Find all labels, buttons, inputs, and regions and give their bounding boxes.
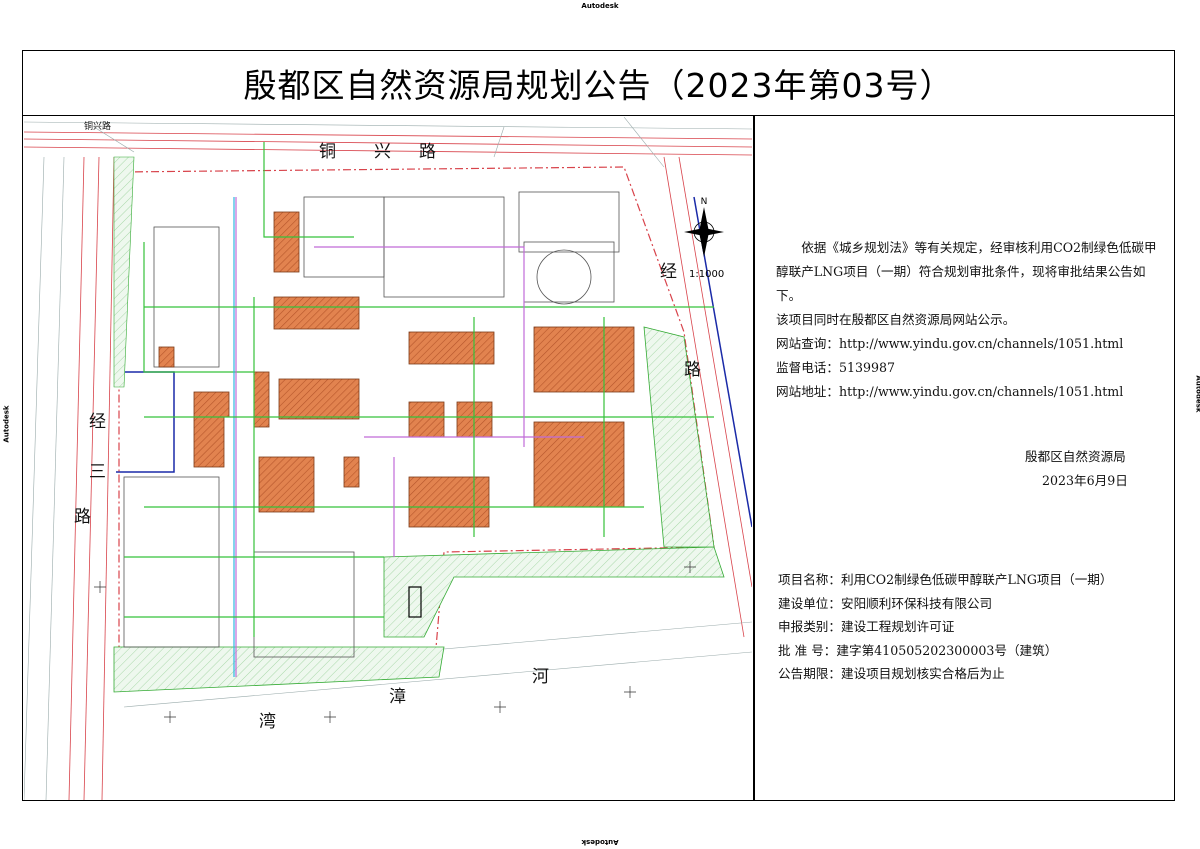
road-label-left-2: 三 <box>89 462 106 482</box>
project-info-row: 公告期限：建设项目规划核实合格后为止 <box>778 666 1005 681</box>
website-address[interactable]: 网站地址：http://www.yindu.gov.cn/channels/10… <box>776 380 1161 404</box>
project-info-row: 建设单位：安阳顺利环保科技有限公司 <box>778 595 993 611</box>
road-label-left-1: 经 <box>89 412 106 432</box>
proposed-buildings <box>158 211 635 528</box>
hotline: 监督电话：5139987 <box>776 360 896 375</box>
page-title: 殷都区自然资源局规划公告（2023年第03号） <box>243 65 954 105</box>
project-info-row: 批 准 号：建字第410505202300003号（建筑） <box>778 642 1058 658</box>
notice-paragraph-2: 该项目同时在殷都区自然资源局网站公示。 <box>776 312 1016 327</box>
signer: 殷都区自然资源局 <box>1025 449 1126 464</box>
road-label-top-2: 兴 <box>374 142 391 162</box>
notice-text: 依据《城乡规划法》等有关规定，经审核利用CO2制绿色低碳甲醇联产LNG项目（一期… <box>776 236 1161 404</box>
watermark-top: Autodesk <box>581 2 619 10</box>
river-label-1: 漳 <box>389 687 406 707</box>
river-label-2: 河 <box>532 667 549 687</box>
website-query[interactable]: 网站查询：http://www.yindu.gov.cn/channels/10… <box>776 332 1161 356</box>
road-label-right-2: 路 <box>684 360 701 380</box>
project-info: 项目名称：利用CO2制绿色低碳甲醇联产LNG项目（一期） 建设单位：安阳顺利环保… <box>778 568 1112 686</box>
watermark-right: Autodesk <box>1194 375 1200 413</box>
road-label-top-3: 路 <box>419 142 436 162</box>
notice-paragraph-1: 依据《城乡规划法》等有关规定，经审核利用CO2制绿色低碳甲醇联产LNG项目（一期… <box>776 240 1157 303</box>
site-plan-drawing: N 1:1000 铜 兴 路 铜兴路 经 三 路 经 路 漳 河 湾 <box>24 117 752 800</box>
road-network <box>24 131 752 800</box>
road-label-right-1: 经 <box>660 262 677 282</box>
scale-label: 1:1000 <box>689 269 724 280</box>
project-info-row: 项目名称：利用CO2制绿色低碳甲醇联产LNG项目（一期） <box>778 572 1113 587</box>
project-info-row: 申报类别：建设工程规划许可证 <box>778 619 955 634</box>
north-label: N <box>701 197 708 207</box>
title-bar: 殷都区自然资源局规划公告（2023年第03号） <box>22 50 1175 116</box>
north-arrow: N <box>684 197 724 257</box>
watermark-bottom: Autodesk <box>581 838 619 846</box>
road-label-left-3: 路 <box>74 507 91 527</box>
road-label-top-small: 铜兴路 <box>84 120 111 132</box>
road-label-top-1: 铜 <box>319 142 336 162</box>
notice-date: 2023年6月9日 <box>1042 473 1128 488</box>
river-label-3: 湾 <box>259 712 276 732</box>
watermark-left: Autodesk <box>2 405 11 443</box>
panel-divider <box>753 116 755 801</box>
